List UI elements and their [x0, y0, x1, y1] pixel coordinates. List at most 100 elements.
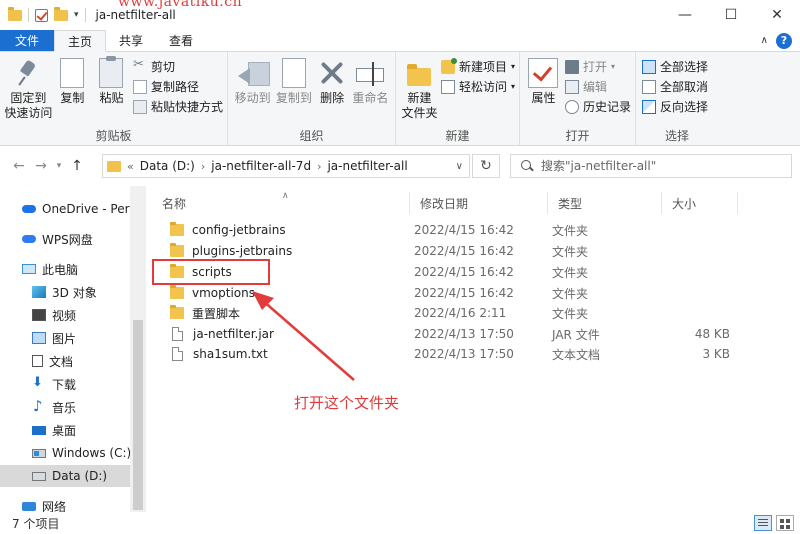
help-icon[interactable]: ? [776, 32, 792, 49]
nav-item-downloads[interactable]: 下载 [32, 373, 76, 395]
group-label: 打开 [565, 129, 590, 143]
network-icon [22, 501, 36, 511]
properties-check-icon[interactable] [35, 8, 48, 22]
select-none-button[interactable]: 全部取消 [642, 78, 708, 95]
file-row[interactable]: config-jetbrains 2022/4/15 16:42 文件夹 [152, 220, 800, 240]
title-bar: ▾ ja-netfilter-all www.javatiku.cn — ☐ ✕ [0, 0, 800, 30]
tab-home[interactable]: 主页 [54, 30, 107, 52]
breadcrumb-separator[interactable]: › [201, 160, 205, 173]
paste-shortcut-button[interactable]: 粘贴快捷方式 [133, 98, 223, 115]
nav-item-windows-drive[interactable]: Windows (C:) [32, 442, 131, 464]
new-group: 新建 文件夹 新建项目 ▾ 轻松访问 ▾ 新建 [396, 52, 520, 146]
large-icons-view-icon[interactable] [776, 515, 794, 531]
copy-path-button[interactable]: 复制路径 [133, 78, 223, 95]
new-folder-icon[interactable] [54, 6, 68, 21]
desktop-icon [32, 425, 46, 435]
search-box[interactable] [510, 154, 792, 178]
details-view-icon[interactable] [754, 515, 772, 531]
cut-button[interactable]: 剪切 [133, 57, 223, 75]
breadcrumb-data-drive[interactable]: Data (D:) [140, 159, 195, 173]
search-icon [521, 160, 533, 172]
file-row[interactable]: plugins-jetbrains 2022/4/15 16:42 文件夹 [152, 241, 800, 261]
pictures-icon [32, 332, 46, 344]
select-all-button[interactable]: 全部选择 [642, 58, 708, 75]
invert-selection-button[interactable]: 反向选择 [642, 98, 708, 115]
windows-drive-icon [32, 448, 46, 458]
close-button[interactable]: ✕ [754, 0, 800, 30]
annotation-text: 打开这个文件夹 [294, 394, 400, 412]
tab-share[interactable]: 共享 [106, 30, 156, 51]
wps-cloud-icon [22, 235, 36, 243]
history-button[interactable]: 历史记录 [564, 98, 631, 115]
file-name-cell: 重置脚本 [170, 303, 240, 323]
overflow-crumbs[interactable]: « [127, 160, 134, 173]
select-none-icon [642, 79, 656, 94]
refresh-icon: ↻ [480, 158, 492, 174]
collapse-ribbon-icon[interactable]: ∧ [761, 35, 768, 46]
folder-icon [170, 222, 184, 236]
recent-locations-chevron-icon[interactable]: ▾ [52, 161, 66, 171]
pin-icon [13, 58, 43, 88]
minimize-button[interactable]: — [662, 0, 708, 30]
file-list: 名称 ∧ 修改日期 类型 大小 config-jetbrains 2022/4/… [152, 186, 800, 512]
back-arrow-icon[interactable]: ← [8, 158, 30, 174]
nav-item-videos[interactable]: 视频 [32, 304, 76, 326]
nav-item-desktop[interactable]: 桌面 [32, 419, 76, 441]
folder-icon[interactable] [8, 6, 22, 21]
rename-icon [354, 58, 386, 88]
file-row[interactable]: ja-netfilter.jar 2022/4/13 17:50 JAR 文件 … [152, 324, 800, 344]
column-header-name[interactable]: 名称 ∧ [152, 191, 410, 214]
breadcrumb-separator[interactable]: › [317, 160, 321, 173]
status-bar: 7 个项目 [0, 512, 800, 534]
file-modified-cell: 2022/4/15 16:42 [414, 244, 514, 258]
refresh-button[interactable]: ↻ [472, 154, 500, 178]
nav-item-3d-objects[interactable]: 3D 对象 [32, 281, 97, 303]
edit-button[interactable]: 编辑 [564, 78, 631, 95]
customize-toolbar-icon[interactable]: ▾ [74, 10, 79, 20]
file-type-cell: 文件夹 [552, 244, 589, 259]
address-history-chevron-icon[interactable]: ∨ [456, 161, 463, 172]
nav-item-this-pc[interactable]: 此电脑 [22, 258, 78, 280]
window-title: ja-netfilter-all [95, 8, 176, 22]
nav-item-network[interactable]: 网络 [22, 495, 66, 512]
tab-view[interactable]: 查看 [156, 30, 206, 51]
3d-objects-icon [32, 286, 46, 298]
nav-item-data-drive[interactable]: Data (D:) [0, 465, 130, 487]
paste-icon [99, 56, 124, 88]
paste-shortcut-icon [133, 99, 147, 114]
nav-item-music[interactable]: 音乐 [32, 396, 76, 418]
file-size-cell [662, 262, 730, 282]
breadcrumb-ja-netfilter-all[interactable]: ja-netfilter-all [327, 159, 407, 173]
nav-scrollbar-thumb[interactable] [133, 320, 143, 510]
file-name-cell: sha1sum.txt [170, 344, 268, 364]
column-header-modified[interactable]: 修改日期 [410, 192, 548, 214]
address-bar[interactable]: « Data (D:) › ja-netfilter-all-7d › ja-n… [102, 154, 470, 178]
easy-access-button[interactable]: 轻松访问 ▾ [440, 78, 515, 95]
copy-to-icon [276, 58, 306, 93]
forward-arrow-icon[interactable]: → [30, 158, 52, 174]
column-header-size[interactable]: 大小 [662, 192, 738, 214]
file-size-cell: 48 KB [694, 327, 730, 341]
column-header-type[interactable]: 类型 [548, 192, 662, 214]
file-row[interactable]: 重置脚本 2022/4/16 2:11 文件夹 [152, 303, 800, 323]
file-row[interactable]: vmoptions 2022/4/15 16:42 文件夹 [152, 283, 800, 303]
maximize-button[interactable]: ☐ [708, 0, 754, 30]
breadcrumb-ja-netfilter-all-7d[interactable]: ja-netfilter-all-7d [211, 159, 311, 173]
nav-item-wps[interactable]: WPS网盘 [22, 228, 93, 250]
tab-file[interactable]: 文件 [0, 30, 54, 51]
nav-item-pictures[interactable]: 图片 [32, 327, 76, 349]
group-label: 剪贴板 [95, 129, 132, 143]
open-button[interactable]: 打开 ▾ [564, 58, 631, 75]
file-type-cell: JAR 文件 [552, 327, 600, 342]
chevron-down-icon: ▾ [510, 62, 515, 71]
item-count: 7 个项目 [12, 516, 60, 531]
nav-item-documents[interactable]: 文档 [32, 350, 73, 372]
new-item-button[interactable]: 新建项目 ▾ [440, 57, 515, 75]
file-row[interactable]: sha1sum.txt 2022/4/13 17:50 文本文档 3 KB [152, 344, 800, 364]
nav-item-onedrive[interactable]: OneDrive - Pers [22, 198, 136, 220]
search-input[interactable] [541, 159, 781, 173]
up-arrow-icon[interactable]: ↑ [66, 158, 88, 174]
folder-icon [107, 160, 121, 172]
this-pc-icon [22, 264, 36, 274]
folder-icon [170, 285, 184, 299]
